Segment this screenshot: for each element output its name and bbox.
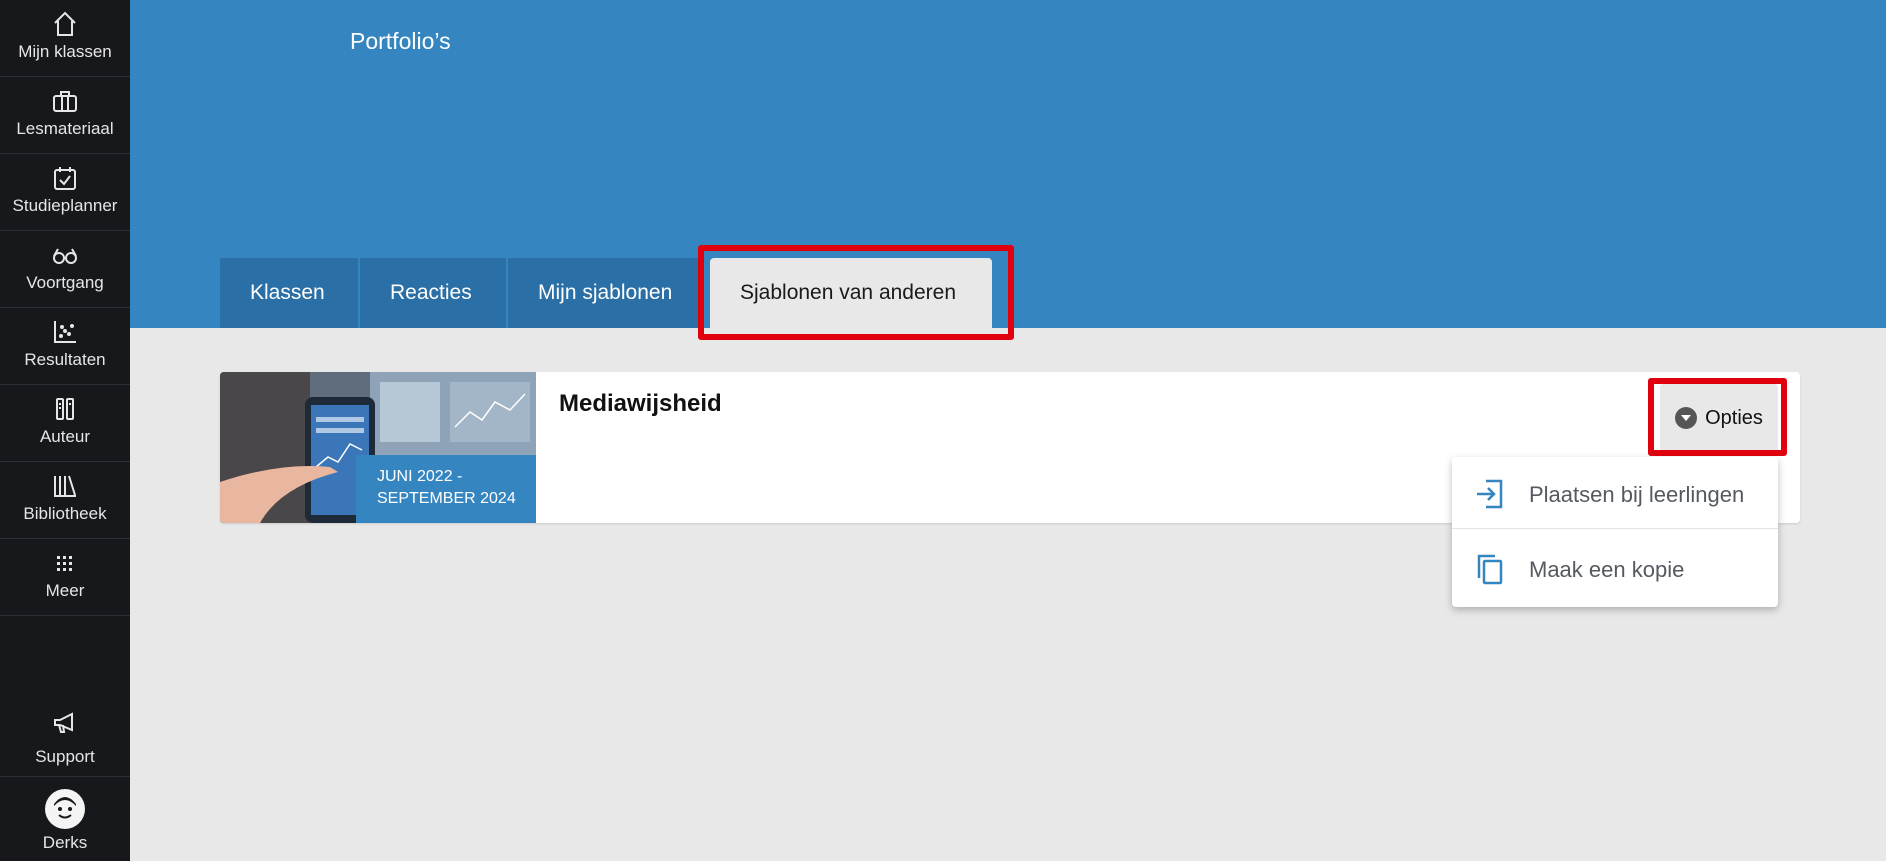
options-button[interactable]: Opties [1660,384,1778,452]
date-start: JUNI 2022 - [377,468,463,485]
chevron-down-icon [1675,407,1698,429]
sidebar-item-label: Support [35,747,95,766]
sidebar-item-resultaten[interactable]: Resultaten [0,308,130,385]
sidebar-item-label: Bibliotheek [23,504,107,523]
sidebar-item-label: Meer [45,581,85,600]
tab-mijn-sjablonen[interactable]: Mijn sjablonen [508,258,698,328]
briefcase-icon [50,85,80,117]
tab-sjablonen-van-anderen[interactable]: Sjablonen van anderen [710,258,992,328]
megaphone-icon [50,708,80,743]
sidebar-item-meer[interactable]: Meer [0,539,130,616]
sidebar: Mijn klassen Lesmateriaal Studieplanner … [0,0,130,861]
options-menu: Plaatsen bij leerlingen Maak een kopie [1452,457,1778,607]
tab-bar: Klassen Reacties Mijn sjablonen Sjablone… [220,258,994,328]
copy-icon [1473,552,1507,586]
options-label: Opties [1705,406,1763,429]
sidebar-item-mijn-klassen[interactable]: Mijn klassen [0,0,130,77]
sidebar-item-label: Auteur [39,427,91,446]
sidebar-item-label: Voortgang [26,273,104,292]
sidebar-item-label: Derks [42,833,88,852]
date-badge: JUNI 2022 - SEPTEMBER 2024 [356,455,536,523]
card-title: Mediawijsheid [559,390,722,417]
sidebar-item-label: Lesmateriaal [16,119,114,138]
scatter-chart-icon [50,316,80,348]
sidebar-item-label: Mijn klassen [18,42,112,61]
place-with-students-icon [1473,477,1507,511]
sidebar-item-voortgang[interactable]: Voortgang [0,231,130,308]
tab-klassen[interactable]: Klassen [220,258,358,328]
date-end: SEPTEMBER 2024 [377,490,516,507]
home-icon [50,8,80,40]
glasses-icon [50,239,80,271]
sidebar-item-label: Resultaten [24,350,106,369]
sidebar-item-bibliotheek[interactable]: Bibliotheek [0,462,130,539]
calendar-check-icon [50,162,80,194]
menu-item-label: Maak een kopie [1529,556,1685,582]
sidebar-item-support[interactable]: Support [0,708,130,767]
avatar [45,789,85,829]
sidebar-item-lesmateriaal[interactable]: Lesmateriaal [0,77,130,154]
sidebar-item-auteur[interactable]: Auteur [0,385,130,462]
sidebar-item-user[interactable]: Derks [0,789,130,853]
sidebar-item-label: Studieplanner [12,196,118,215]
tab-reacties[interactable]: Reacties [360,258,506,328]
menu-divider [1452,528,1778,529]
grid-icon [50,547,80,579]
card-thumbnail: JUNI 2022 - SEPTEMBER 2024 [220,372,536,523]
menu-item-label: Plaatsen bij leerlingen [1529,481,1745,507]
books-icon [50,470,80,502]
menu-item-plaatsen-bij-leerlingen[interactable]: Plaatsen bij leerlingen [1452,457,1778,532]
page-title: Portfolio’s [350,28,451,54]
sidebar-divider [0,776,130,777]
author-tools-icon [50,393,80,425]
menu-item-maak-een-kopie[interactable]: Maak een kopie [1452,532,1778,607]
sidebar-item-studieplanner[interactable]: Studieplanner [0,154,130,231]
